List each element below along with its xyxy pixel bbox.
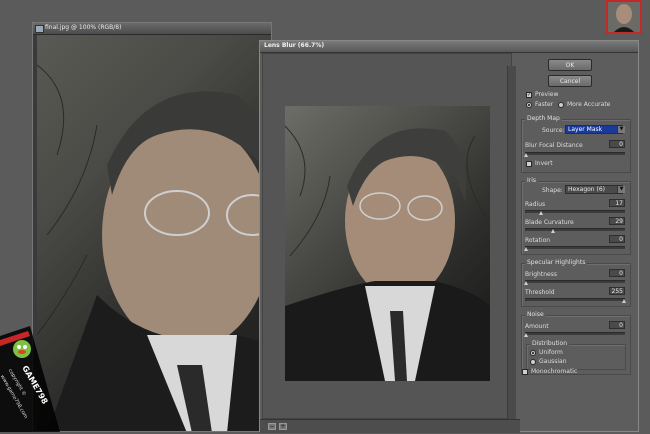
monochromatic-checkbox[interactable] [522,369,528,375]
amount-thumb[interactable] [524,333,528,337]
document-icon [35,25,44,33]
shape-label: Shape: [542,187,563,194]
preview-portrait [285,125,490,381]
thumbnail-portrait [608,2,640,32]
zoom-out-button[interactable]: − [268,423,276,430]
radius-thumb[interactable] [539,211,543,215]
amount-slider[interactable] [525,332,625,335]
thumbnail-preview[interactable] [606,0,642,34]
document-canvas-image[interactable] [37,35,271,431]
radius-input[interactable]: 17 [609,199,625,207]
invert-label: Invert [535,160,553,167]
noise-legend: Noise [525,311,546,318]
rotation-label: Rotation [525,237,551,244]
blade-curvature-label: Blade Curvature [525,219,574,226]
preview-label: Preview [535,91,559,98]
distribution-legend: Distribution [530,340,570,347]
source-select[interactable]: Layer Mask [565,125,623,134]
blade-curvature-slider[interactable] [525,228,625,231]
rotation-thumb[interactable] [524,247,528,251]
zoom-in-button[interactable]: + [279,423,287,430]
amount-label: Amount [525,323,549,330]
preview-checkbox[interactable]: ✓ [526,92,532,98]
preview-zoom-bar: − + [260,419,520,433]
brightness-label: Brightness [525,271,557,278]
blur-focal-distance-input[interactable]: 0 [609,140,625,148]
shape-select[interactable]: Hexagon (6) [565,185,623,194]
source-label: Source: [542,127,565,134]
iris-legend: Iris [525,177,539,184]
cancel-button[interactable]: Cancel [548,75,592,87]
shape-dropdown-arrow[interactable]: ▼ [617,186,625,193]
rotation-input[interactable]: 0 [609,235,625,243]
brightness-slider[interactable] [525,280,625,283]
preview-area[interactable] [262,53,516,432]
distribution-group [526,344,626,370]
blur-focal-distance-thumb[interactable] [524,153,528,157]
portrait-image [37,64,271,431]
blade-curvature-thumb[interactable] [551,229,555,233]
rotation-slider[interactable] [525,246,625,249]
gaussian-label: Gaussian [539,358,567,365]
faster-radio[interactable] [526,102,532,108]
threshold-thumb[interactable] [622,299,626,303]
dialog-titlebar[interactable]: Lens Blur (66.7%) [260,41,638,53]
document-titlebar[interactable]: final.jpg @ 100% (RGB/8) [33,23,271,35]
document-window[interactable]: final.jpg @ 100% (RGB/8) [32,22,272,432]
amount-input[interactable]: 0 [609,321,625,329]
gaussian-radio[interactable] [530,359,536,365]
invert-checkbox[interactable] [526,161,532,167]
ok-button[interactable]: OK [548,59,592,71]
more-accurate-label: More Accurate [567,101,611,108]
preview-scrollbar[interactable] [507,66,516,432]
more-accurate-radio[interactable] [558,102,564,108]
brightness-input[interactable]: 0 [609,269,625,277]
faster-label: Faster [535,101,554,108]
blade-curvature-input[interactable]: 29 [609,217,625,225]
specular-highlights-legend: Specular Highlights [525,259,588,266]
preview-image[interactable] [285,106,490,381]
threshold-slider[interactable] [525,298,625,301]
monochromatic-label: Monochromatic [531,368,578,375]
blur-focal-distance-slider[interactable] [525,152,625,155]
depth-map-legend: Depth Map [525,115,562,122]
dialog-title: Lens Blur (66.7%) [264,42,325,49]
uniform-radio[interactable] [530,350,536,356]
threshold-label: Threshold [525,289,555,296]
game798-watermark: GAME798 copyright © www.game798.com [0,326,60,432]
threshold-input[interactable]: 255 [609,287,625,295]
source-dropdown-arrow[interactable]: ▼ [617,126,625,133]
brightness-thumb[interactable] [524,281,528,285]
uniform-label: Uniform [539,349,563,356]
lens-blur-dialog[interactable]: Lens Blur (66.7%) − + OK Cancel ✓ Previe… [259,40,639,433]
document-title: final.jpg @ 100% (RGB/8) [45,24,122,31]
blur-focal-distance-label: Blur Focal Distance [525,142,583,149]
radius-label: Radius [525,201,546,208]
